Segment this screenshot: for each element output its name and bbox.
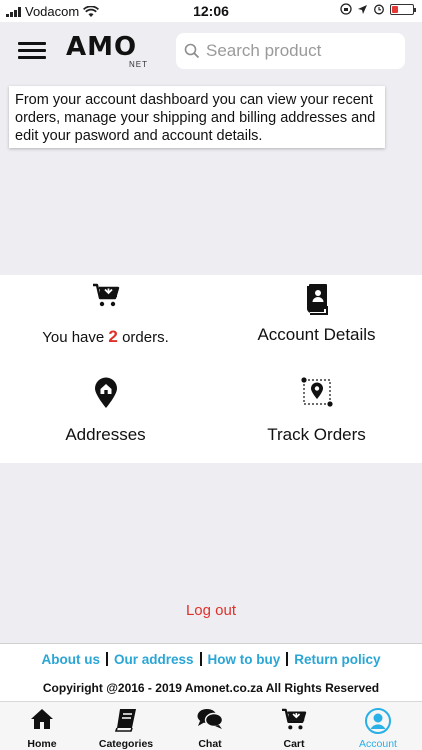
search-bar[interactable] <box>176 33 405 69</box>
tab-label: Chat <box>198 738 222 750</box>
track-orders-icon <box>300 377 333 407</box>
how-to-buy-link[interactable]: How to buy <box>202 652 287 667</box>
tab-cart[interactable]: Cart <box>252 702 336 750</box>
orders-prefix: You have <box>42 329 105 346</box>
logo[interactable]: AMO NET <box>66 32 150 69</box>
footer: About us Our address How to buy Return poli… <box>0 643 422 701</box>
search-input[interactable] <box>206 41 396 61</box>
our-address-link[interactable]: Our address <box>108 652 200 667</box>
dashboard-grid: You have 2 orders. Account Details Addre… <box>0 275 422 463</box>
addresses-label: Addresses <box>65 425 146 444</box>
orders-label: You have 2 orders. <box>0 327 211 347</box>
tab-label: Home <box>27 738 57 750</box>
account-icon <box>365 708 391 734</box>
cart-icon <box>282 708 307 730</box>
orders-suffix: orders. <box>122 329 169 346</box>
app-header: AMO NET <box>0 22 422 80</box>
about-us-link[interactable]: About us <box>35 652 106 667</box>
tab-account[interactable]: Account <box>336 702 420 750</box>
search-icon <box>184 43 200 59</box>
account-details-tile[interactable]: Account Details <box>211 275 422 369</box>
book-icon <box>115 709 136 732</box>
screen-lock-icon <box>340 3 352 15</box>
logout-button[interactable]: Log out <box>0 602 422 619</box>
copyright-text: Copyiright @2016 - 2019 Amonet.co.za All… <box>42 681 380 695</box>
alarm-icon <box>374 4 384 15</box>
return-policy-link[interactable]: Return policy <box>288 652 386 667</box>
tab-chat[interactable]: Chat <box>168 702 252 750</box>
logo-text: AMO <box>66 32 138 62</box>
menu-icon[interactable] <box>18 42 46 60</box>
tab-label: Categories <box>98 738 154 750</box>
bottom-tab-bar: Home Categories Chat Cart Account <box>0 701 422 750</box>
tab-label: Cart <box>283 738 305 750</box>
track-orders-tile[interactable]: Track Orders <box>211 369 422 463</box>
battery-icon <box>390 3 416 15</box>
cart-icon <box>92 283 119 307</box>
footer-links: About us Our address How to buy Return poli… <box>0 652 422 667</box>
address-pin-icon <box>94 377 117 408</box>
orders-tile[interactable]: You have 2 orders. <box>0 275 211 369</box>
status-bar: Vodacom 12:06 <box>0 0 422 22</box>
chat-icon <box>197 709 223 729</box>
tab-home[interactable]: Home <box>0 702 84 750</box>
tab-categories[interactable]: Categories <box>84 702 168 750</box>
location-icon <box>358 4 367 14</box>
tab-label: Account <box>359 738 397 750</box>
orders-count: 2 <box>108 327 118 346</box>
addresses-tile[interactable]: Addresses <box>0 369 211 463</box>
account-info-text: From your account dashboard you can view… <box>9 86 385 148</box>
home-icon <box>31 709 53 729</box>
account-details-icon <box>306 284 328 315</box>
account-details-label: Account Details <box>257 325 376 344</box>
logo-subtext: NET <box>129 60 148 69</box>
status-right <box>340 3 416 15</box>
track-orders-label: Track Orders <box>267 425 366 444</box>
